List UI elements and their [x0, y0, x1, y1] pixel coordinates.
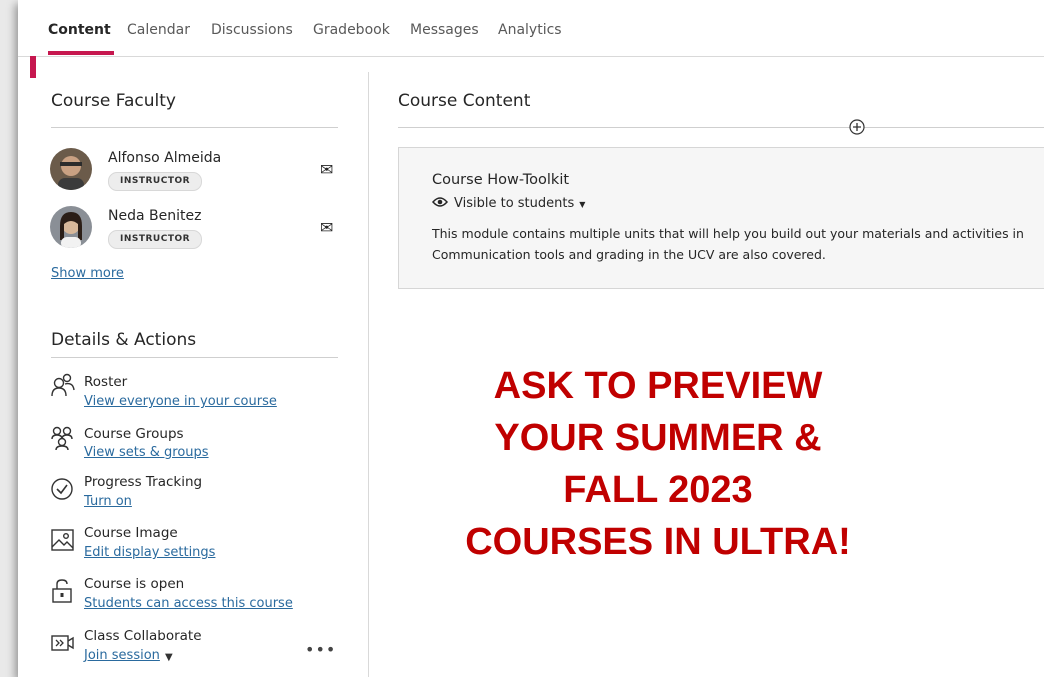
- detail-title: Course Image: [84, 525, 178, 541]
- module-title[interactable]: Course How-Toolkit: [432, 172, 569, 188]
- module-card[interactable]: Course How-Toolkit Visible to students ▼ …: [398, 147, 1044, 289]
- avatar-photo-icon: [50, 206, 92, 248]
- active-tab-indicator: [48, 51, 114, 55]
- tab-discussions[interactable]: Discussions: [211, 22, 293, 38]
- avatar[interactable]: [50, 148, 92, 190]
- chevron-down-icon[interactable]: ▼: [165, 652, 173, 663]
- promo-line: FALL 2023: [563, 469, 753, 511]
- detail-title: Course is open: [84, 576, 185, 592]
- view-roster-link[interactable]: View everyone in your course: [84, 394, 277, 409]
- tab-content[interactable]: Content: [48, 22, 111, 38]
- faculty-name[interactable]: Alfonso Almeida: [108, 150, 221, 166]
- tab-calendar[interactable]: Calendar: [127, 22, 190, 38]
- content-heading: Course Content: [398, 91, 531, 111]
- show-more-link[interactable]: Show more: [51, 266, 124, 281]
- turn-on-tracking-link[interactable]: Turn on: [84, 494, 132, 509]
- column-divider: [368, 72, 369, 677]
- module-description: This module contains multiple units that…: [432, 226, 1024, 262]
- tab-messages[interactable]: Messages: [410, 22, 479, 38]
- add-content-icon[interactable]: [849, 119, 865, 135]
- more-options-icon[interactable]: •••: [305, 640, 336, 659]
- check-circle-icon: [51, 478, 73, 500]
- promo-line: YOUR SUMMER &: [494, 417, 822, 459]
- course-access-link[interactable]: Students can access this course: [84, 596, 293, 611]
- details-heading: Details & Actions: [51, 330, 197, 350]
- message-icon[interactable]: ✉: [320, 218, 333, 237]
- course-nav: Content Calendar Discussions Gradebook M…: [18, 0, 1044, 57]
- promo-overlay-text: ASK TO PREVIEW YOUR SUMMER & FALL 2023 C…: [398, 360, 918, 568]
- unlock-icon: [52, 579, 72, 603]
- eye-icon: [432, 197, 448, 207]
- role-badge: INSTRUCTOR: [108, 230, 203, 249]
- view-groups-link[interactable]: View sets & groups: [84, 445, 209, 460]
- course-page: Content Calendar Discussions Gradebook M…: [18, 0, 1044, 677]
- content-divider: [398, 127, 1044, 128]
- promo-line: COURSES IN ULTRA!: [465, 521, 851, 563]
- role-badge: INSTRUCTOR: [108, 172, 203, 191]
- accent-bar: [30, 56, 36, 78]
- faculty-divider: [51, 127, 338, 128]
- collaborate-icon: [51, 635, 74, 651]
- tab-analytics[interactable]: Analytics: [498, 22, 562, 38]
- chevron-down-icon: ▼: [579, 200, 586, 209]
- faculty-heading: Course Faculty: [51, 91, 176, 111]
- faculty-name[interactable]: Neda Benitez: [108, 208, 201, 224]
- visibility-dropdown[interactable]: Visible to students ▼: [432, 196, 585, 211]
- avatar[interactable]: [50, 206, 92, 248]
- roster-icon: [51, 373, 75, 397]
- groups-icon: [51, 426, 73, 451]
- visibility-label: Visible to students: [454, 196, 575, 211]
- tab-gradebook[interactable]: Gradebook: [313, 22, 390, 38]
- avatar-photo-icon: [50, 148, 92, 190]
- join-session-link[interactable]: Join session: [84, 648, 160, 663]
- promo-line: ASK TO PREVIEW: [493, 365, 823, 407]
- details-divider: [51, 357, 338, 358]
- image-icon: [51, 529, 74, 551]
- message-icon[interactable]: ✉: [320, 160, 333, 179]
- detail-title: Progress Tracking: [84, 474, 203, 490]
- edit-display-settings-link[interactable]: Edit display settings: [84, 545, 215, 560]
- detail-title: Roster: [84, 374, 128, 390]
- detail-title: Course Groups: [84, 426, 184, 442]
- detail-title: Class Collaborate: [84, 628, 202, 644]
